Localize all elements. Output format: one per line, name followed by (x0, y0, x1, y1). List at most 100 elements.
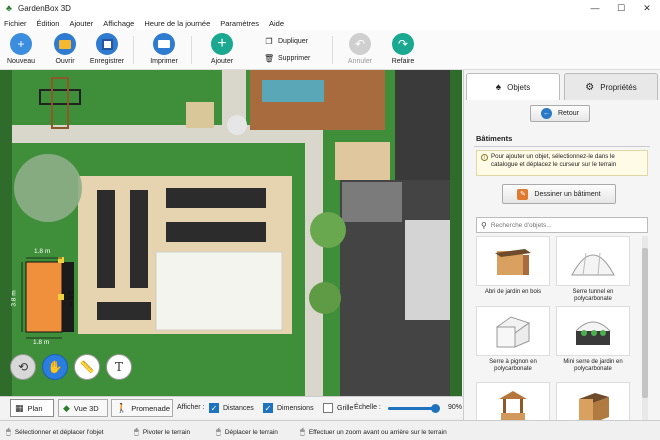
grille-checkbox[interactable]: Grille (323, 403, 353, 413)
minimize-icon[interactable]: — (582, 0, 608, 16)
rotate-tool-button[interactable]: ⟲ (10, 354, 36, 380)
catalog-item-serre-pignon[interactable]: Serre à pignon en polycarbonate (476, 306, 550, 373)
menu-ajouter[interactable]: Ajouter (69, 19, 93, 28)
toolbar-separator (332, 36, 333, 64)
tab-proprietes[interactable]: ⚙ Propriétés (564, 73, 658, 100)
menu-fichier[interactable]: Fichier (4, 19, 27, 28)
toolbar-separator (191, 36, 192, 64)
imprimer-button[interactable]: Imprimer (141, 33, 187, 65)
dimension-bottom-label: 1.8 m (33, 339, 50, 346)
refaire-button[interactable]: ↷ Refaire (380, 33, 426, 65)
hedge-left (0, 70, 12, 396)
grille-label: Grille (337, 404, 354, 412)
side-panel-tabs: ♠ Objets ⚙ Propriétés (464, 70, 660, 100)
tab-proprietes-label: Propriétés (600, 82, 637, 92)
pan-tool-button[interactable]: ✋ (42, 354, 68, 380)
section-divider (474, 146, 650, 147)
dessiner-label: Dessiner un bâtiment (534, 190, 601, 198)
ruler-tool-button[interactable]: 📏 (74, 354, 100, 380)
garden-plan-drawing (0, 70, 462, 396)
menu-edition[interactable]: Édition (37, 19, 60, 28)
view-bar: ▦ Plan ◆ Vue 3D 🚶 Promenade Afficher : ✓… (0, 396, 463, 418)
catalog-item-abri[interactable]: Abri de jardin en bois (476, 236, 550, 296)
object-search[interactable]: ⚲ (476, 217, 648, 233)
tunnel-greenhouse-icon (556, 236, 630, 286)
tab-objets[interactable]: ♠ Objets (466, 73, 560, 100)
status-bar: 🖱 Sélectionner et déplacer l'objet 🖱 Piv… (0, 420, 660, 440)
search-icon: ⚲ (481, 220, 487, 230)
tree-right-2 (309, 282, 341, 314)
greenhouse-roof (155, 251, 283, 331)
catalog-item-label: Serre tunnel en polycarbonate (572, 289, 614, 302)
new-file-icon: + (10, 33, 32, 55)
roof-dark (395, 70, 450, 180)
supprimer-button[interactable]: 🗑 Supprimer (264, 54, 310, 63)
menu-aide[interactable]: Aide (269, 19, 284, 28)
search-input[interactable] (490, 221, 641, 229)
enregistrer-button[interactable]: Enregistrer (84, 33, 130, 65)
catalog-item-label: Mini serre de jardin en polycarbonate (563, 359, 623, 372)
menu-affichage[interactable]: Affichage (103, 19, 134, 28)
dessiner-batiment-button[interactable]: ✎ Dessiner un bâtiment (502, 184, 616, 204)
status-rotate-text: Pivoter le terrain (142, 428, 191, 436)
tab-promenade-label: Promenade (131, 403, 170, 413)
title-bar: ♣ GardenBox 3D — ☐ ✕ (0, 0, 660, 16)
swing (39, 89, 81, 105)
gable-greenhouse-icon (476, 306, 550, 356)
zoom-slider[interactable] (388, 404, 440, 413)
catalog-item-serre-tunnel[interactable]: Serre tunnel en polycarbonate (556, 236, 630, 303)
catalog-scrollbar-thumb[interactable] (642, 248, 648, 398)
nouveau-button[interactable]: + Nouveau (0, 33, 44, 65)
menu-heure[interactable]: Heure de la journée (144, 19, 210, 28)
info-icon: i (481, 154, 488, 161)
section-title: Bâtiments (476, 134, 513, 143)
plan-icon: ▦ (15, 402, 24, 413)
object-catalog: Abri de jardin en bois Serre tunnel en p… (470, 236, 640, 428)
tab-objets-label: Objets (507, 82, 531, 92)
menu-bar: Fichier Édition Ajouter Affichage Heure … (0, 16, 660, 30)
catalog-item-mini-serre[interactable]: Mini serre de jardin en polycarbonate (556, 306, 630, 373)
info-message: i Pour ajouter un objet, sélectionnez-le… (476, 150, 648, 176)
nouveau-label: Nouveau (6, 58, 36, 65)
checkbox-empty-icon (323, 403, 333, 413)
retour-button[interactable]: ← Retour (530, 105, 590, 122)
mouse-wheel-icon: 🖱 (300, 427, 305, 436)
selected-shed (25, 261, 63, 333)
checkbox-checked-icon: ✓ (263, 403, 273, 413)
afficher-label: Afficher : (177, 404, 205, 411)
catalog-scrollbar[interactable] (642, 236, 648, 428)
object-side-panel: ♠ Objets ⚙ Propriétés ← Retour Bâtiments… (463, 70, 660, 428)
dimensions-checkbox[interactable]: ✓ Dimensions (263, 403, 314, 413)
open-folder-icon (54, 33, 76, 55)
close-icon[interactable]: ✕ (634, 0, 660, 16)
save-icon (96, 33, 118, 55)
window-title: GardenBox 3D (18, 3, 71, 13)
dupliquer-button[interactable]: ❐ Dupliquer (264, 37, 308, 46)
text-icon: T (114, 360, 123, 374)
menu-parametres[interactable]: Paramètres (220, 19, 259, 28)
dimension-right-label: 3.8 m (66, 290, 74, 307)
text-tool-button[interactable]: T (106, 354, 132, 380)
hedge-right (450, 70, 462, 396)
tab-vue3d[interactable]: ◆ Vue 3D (58, 399, 108, 417)
rotate-icon: ⟲ (17, 360, 29, 374)
maximize-icon[interactable]: ☐ (608, 0, 634, 16)
ajouter-label: Ajouter (210, 58, 234, 65)
objects-icon: ♠ (495, 81, 502, 93)
draw-building-icon: ✎ (517, 188, 529, 200)
info-text: Pour ajouter un objet, sélectionnez-le d… (491, 153, 617, 168)
annuler-button[interactable]: ↶ Annuler (337, 33, 383, 65)
ouvrir-button[interactable]: Ouvrir (42, 33, 88, 65)
tree-left (14, 154, 82, 222)
tab-plan[interactable]: ▦ Plan (10, 399, 54, 417)
tab-promenade[interactable]: 🚶 Promenade (111, 399, 173, 417)
zoom-slider-thumb[interactable] (430, 404, 440, 413)
trash-icon: 🗑 (264, 54, 275, 63)
ajouter-button[interactable]: + Ajouter (199, 33, 245, 65)
status-zoom-text: Effectuer un zoom avant ou arrière sur l… (308, 428, 447, 436)
back-arrow-icon: ← (540, 108, 552, 119)
zoom-value: 90% (448, 404, 463, 411)
ouvrir-label: Ouvrir (55, 58, 75, 65)
distances-checkbox[interactable]: ✓ Distances (209, 403, 254, 413)
garden-plan-canvas[interactable]: 1.8 m 1.8 m 3.8 m 3.8 m ⟲ ✋ 📏 T (0, 70, 462, 396)
